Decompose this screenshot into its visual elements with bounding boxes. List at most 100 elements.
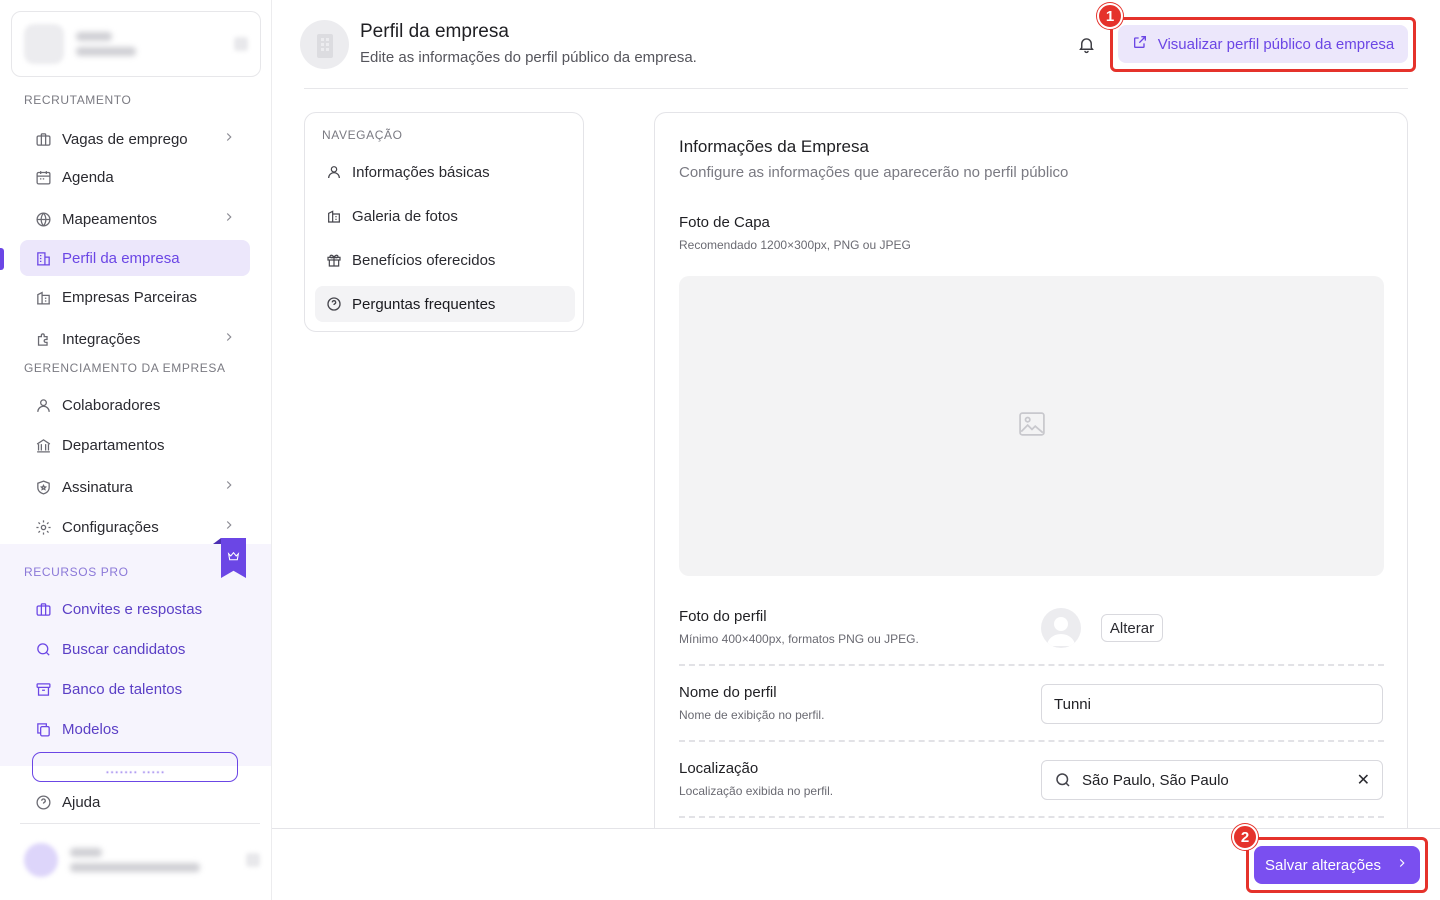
building-icon — [34, 288, 52, 306]
chevron-right-icon — [222, 518, 236, 536]
sidebar-item-jobs[interactable]: Vagas de emprego — [20, 121, 250, 157]
bell-icon[interactable] — [1077, 35, 1097, 55]
profile-name-title: Nome do perfil — [679, 684, 777, 701]
sidebar-item-label: Buscar candidatos — [62, 640, 186, 658]
nav-link-label: Informações básicas — [352, 163, 490, 181]
help-circle-icon — [325, 295, 343, 313]
sidebar-item-agenda[interactable]: Agenda — [20, 159, 250, 195]
sidebar-item-label: Assinatura — [62, 478, 133, 496]
shield-icon — [34, 478, 52, 496]
section-label-pro: RECURSOS PRO — [24, 565, 129, 579]
sidebar-item-templates[interactable]: Modelos — [20, 711, 250, 747]
nav-link-label: Perguntas frequentes — [352, 295, 496, 313]
section-navigation-card: NAVEGAÇÃO Informações básicas Galeria de… — [304, 112, 584, 332]
company-info-card: Informações da Empresa Configure as info… — [654, 112, 1408, 828]
page-subtitle: Edite as informações do perfil público d… — [360, 49, 697, 66]
archive-icon — [34, 680, 52, 698]
profile-photo-title: Foto do perfil — [679, 608, 767, 625]
sidebar-item-label: Agenda — [62, 168, 114, 186]
nav-link-photo-gallery[interactable]: Galeria de fotos — [315, 198, 575, 234]
copy-icon — [34, 720, 52, 738]
sidebar-item-mappings[interactable]: Mapeamentos — [20, 201, 250, 237]
image-icon — [1018, 411, 1045, 441]
nav-link-basic-info[interactable]: Informações básicas — [315, 154, 575, 190]
change-photo-button[interactable]: Alterar — [1101, 614, 1163, 642]
location-search-input[interactable]: São Paulo, São Paulo ✕ — [1041, 760, 1383, 800]
section-label-management: GERENCIAMENTO DA EMPRESA — [24, 361, 226, 375]
card-subtitle: Configure as informações que aparecerão … — [679, 164, 1069, 181]
profile-name-input[interactable]: Tunni — [1041, 684, 1383, 724]
briefcase-icon — [34, 600, 52, 618]
field-divider — [679, 740, 1384, 742]
location-hint: Localização exibida no perfil. — [679, 784, 834, 798]
sidebar-item-label: Configurações — [62, 518, 159, 536]
gear-icon — [34, 518, 52, 536]
sidebar-item-label: Banco de talentos — [62, 680, 183, 698]
nav-link-label: Galeria de fotos — [352, 207, 458, 225]
sidebar-item-label: Vagas de emprego — [62, 130, 188, 148]
chevron-right-icon — [222, 210, 236, 228]
user-icon — [325, 163, 343, 181]
annotation-badge-1: 1 — [1097, 3, 1123, 29]
chevron-right-icon — [222, 330, 236, 348]
nav-link-faq[interactable]: Perguntas frequentes — [315, 286, 575, 322]
sidebar-item-talent-bank[interactable]: Banco de talentos — [20, 671, 250, 707]
sidebar-item-company-profile[interactable]: Perfil da empresa — [20, 240, 250, 276]
sidebar-item-help[interactable]: Ajuda — [20, 784, 250, 820]
app: RECRUTAMENTO Vagas de emprego Agenda Map… — [0, 0, 1440, 900]
chevron-right-icon — [222, 130, 236, 148]
upgrade-pro-button[interactable]: ······· ····· — [32, 752, 238, 782]
header-divider — [304, 88, 1408, 89]
user-info-blurred — [70, 848, 200, 872]
sidebar-item-integrations[interactable]: Integrações — [20, 321, 250, 357]
chevron-updown-icon — [246, 853, 260, 867]
account-switcher[interactable] — [11, 11, 261, 77]
sidebar-item-subscription[interactable]: Assinatura — [20, 469, 250, 505]
search-icon — [34, 640, 52, 658]
crown-icon — [227, 550, 240, 568]
profile-avatar — [1041, 608, 1081, 648]
sidebar-item-departments[interactable]: Departamentos — [20, 427, 250, 463]
briefcase-icon — [34, 130, 52, 148]
navigation-label: NAVEGAÇÃO — [322, 128, 403, 142]
sidebar-item-settings[interactable]: Configurações — [20, 509, 250, 545]
chevron-right-icon — [222, 478, 236, 496]
sidebar-item-label: Convites e respostas — [62, 600, 203, 618]
sidebar-item-label: Mapeamentos — [62, 210, 158, 228]
sidebar-item-search-candidates[interactable]: Buscar candidatos — [20, 631, 250, 667]
cover-photo-title: Foto de Capa — [679, 214, 770, 231]
building-icon — [325, 207, 343, 225]
sidebar-item-invites[interactable]: Convites e respostas — [20, 591, 250, 627]
annotation-badge-2: 2 — [1232, 824, 1258, 850]
sidebar-item-collaborators[interactable]: Colaboradores — [20, 387, 250, 423]
annotation-box-1 — [1110, 17, 1416, 72]
globe-icon — [34, 210, 52, 228]
close-icon[interactable]: ✕ — [1357, 770, 1370, 790]
nav-link-label: Benefícios oferecidos — [352, 251, 496, 269]
active-indicator — [0, 248, 4, 270]
puzzle-icon — [34, 330, 52, 348]
user-menu[interactable] — [24, 838, 260, 882]
cover-photo-upload[interactable] — [679, 276, 1384, 576]
gift-icon — [325, 251, 343, 269]
sidebar-divider — [20, 823, 260, 824]
sidebar-item-partner-companies[interactable]: Empresas Parceiras — [20, 279, 250, 315]
company-avatar — [24, 24, 64, 64]
field-divider — [679, 816, 1384, 818]
cover-photo-hint: Recomendado 1200×300px, PNG ou JPEG — [679, 238, 911, 252]
sidebar-item-label: Departamentos — [62, 436, 165, 454]
chevron-updown-icon — [234, 37, 248, 51]
sidebar: RECRUTAMENTO Vagas de emprego Agenda Map… — [0, 0, 272, 900]
upgrade-pro-label-cut-off: ······· ····· — [105, 763, 165, 779]
sidebar-item-label: Modelos — [62, 720, 119, 738]
profile-name-hint: Nome de exibição no perfil. — [679, 708, 825, 722]
location-value: São Paulo, São Paulo — [1082, 771, 1229, 789]
sidebar-item-label: Perfil da empresa — [62, 249, 180, 267]
nav-link-benefits[interactable]: Benefícios oferecidos — [315, 242, 575, 278]
user-avatar — [24, 843, 58, 877]
building-icon — [34, 249, 52, 267]
help-circle-icon — [34, 793, 52, 811]
field-divider — [679, 664, 1384, 666]
annotation-box-2 — [1246, 837, 1428, 893]
company-logo — [300, 20, 349, 69]
